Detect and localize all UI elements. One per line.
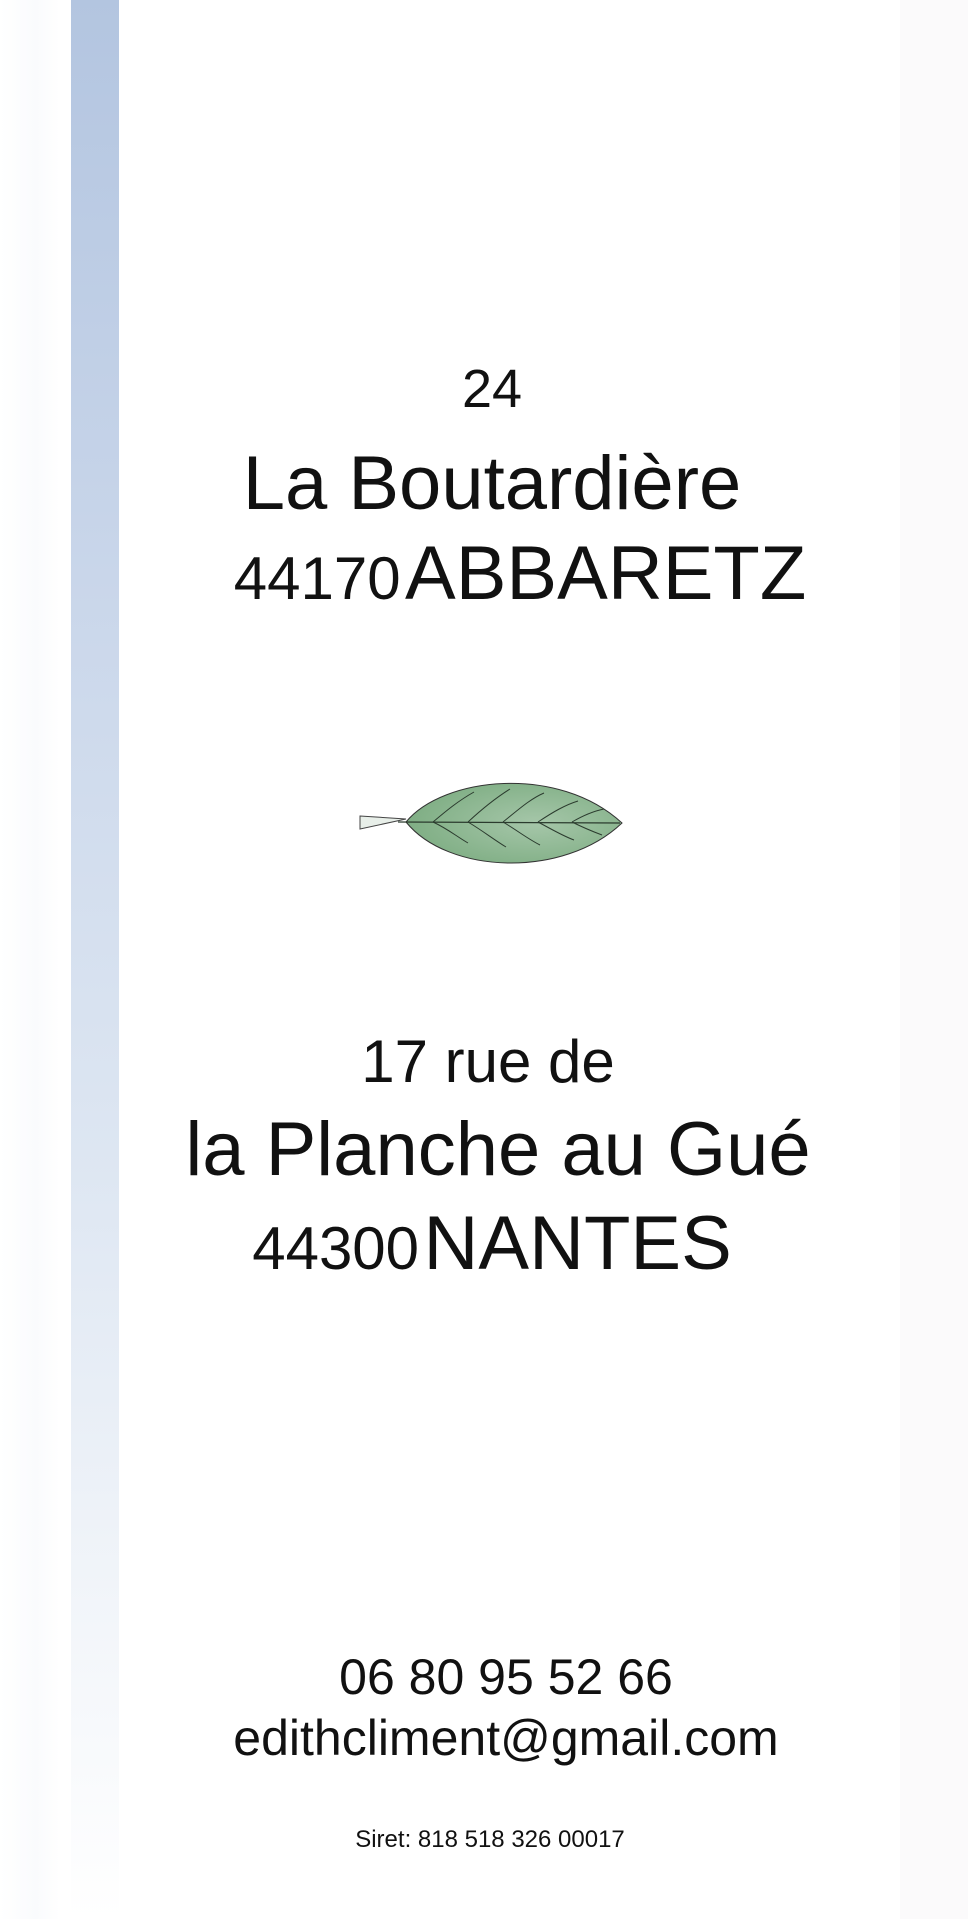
address1-city-line: 44170 ABBARETZ: [36, 536, 968, 612]
leaf-icon: [359, 782, 623, 864]
phone-number: 06 80 95 52 66: [339, 1649, 673, 1705]
address1-postcode: 44170: [233, 545, 401, 612]
address2-postcode: 44300: [252, 1215, 420, 1282]
siret-number: Siret: 818 518 326 00017: [355, 1826, 625, 1853]
left-decorative-band: [71, 0, 119, 1919]
address1-city: ABBARETZ: [405, 531, 807, 616]
address2-city-line: 44300 NANTES: [8, 1206, 968, 1282]
address2-street: la Planche au Gué: [185, 1107, 811, 1192]
address2-line1: 17 rue de: [361, 1028, 615, 1095]
left-margin-fade: [0, 0, 60, 1919]
right-margin-band: [900, 0, 968, 1919]
email-address: edithcliment@gmail.com: [233, 1710, 779, 1766]
address2-city: NANTES: [423, 1201, 732, 1286]
address1-street: La Boutardière: [242, 441, 742, 526]
address1-number: 24: [461, 359, 523, 419]
